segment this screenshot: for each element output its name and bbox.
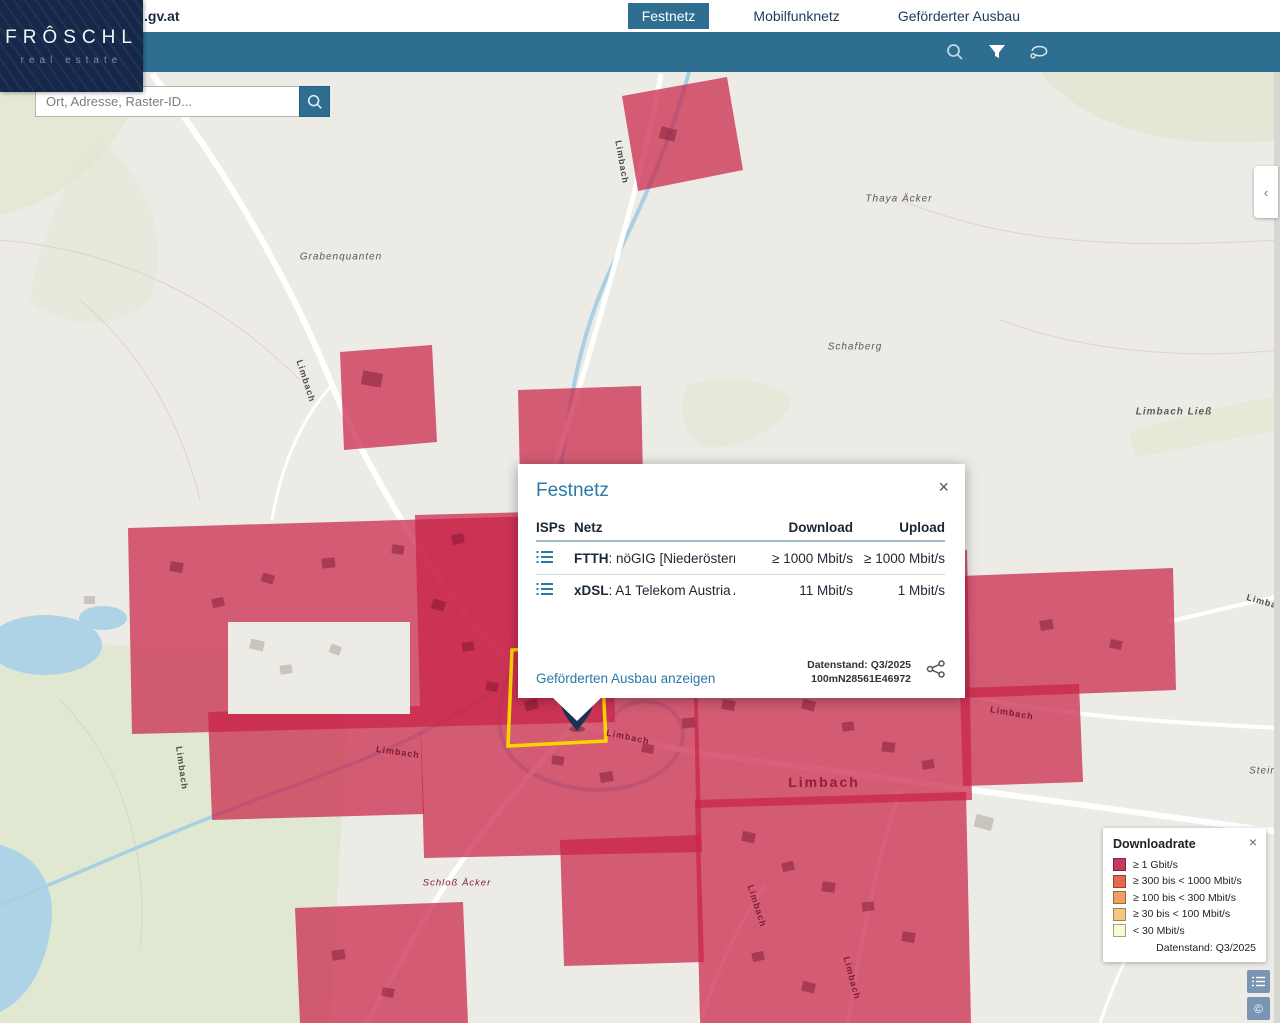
legend-swatch (1113, 875, 1126, 888)
logo-subtitle: real estate (21, 55, 123, 66)
popup-datenstand-text: Datenstand: Q3/2025 (807, 658, 911, 672)
tech-ftth: FTTH (574, 551, 609, 566)
logo-title: FRÔSCHL (5, 27, 138, 49)
isp-row-xdsl: xDSL: A1 Telekom Austria AG 11 Mbit/s 1 … (536, 574, 945, 606)
popup-datenstand: Datenstand: Q3/2025 100mN28561E46972 (807, 658, 911, 686)
col-download: Download (735, 520, 853, 535)
legend-swatch (1113, 858, 1126, 871)
isp-table-header: ISPs Netz Download Upload (536, 514, 945, 542)
legend-item: ≥ 100 bis < 300 Mbit/s (1113, 891, 1256, 904)
provider-xdsl: : A1 Telekom Austria AG (609, 583, 735, 598)
filter-icon[interactable] (986, 41, 1008, 63)
app-window: Grabenquanten Thaya Äcker Schafberg Limb… (0, 0, 1280, 1023)
legend-title: Downloadrate (1113, 837, 1256, 851)
legend-close-icon[interactable]: × (1249, 835, 1257, 849)
col-netz: Netz (574, 520, 735, 535)
legend-item: ≥ 30 bis < 100 Mbit/s (1113, 908, 1256, 921)
legend-item: < 30 Mbit/s (1113, 924, 1256, 937)
logo-froeschl: FRÔSCHL real estate (0, 0, 143, 92)
map-corner-buttons: © (1247, 970, 1270, 1020)
legend-label: ≥ 1 Gbit/s (1133, 859, 1178, 871)
legend-items: ≥ 1 Gbit/s ≥ 300 bis < 1000 Mbit/s ≥ 100… (1113, 858, 1256, 937)
attribution-button[interactable]: © (1247, 997, 1270, 1020)
popup-title: Festnetz (536, 480, 945, 502)
isp-list-icon[interactable] (536, 550, 574, 567)
chevron-left-icon: ‹ (1264, 185, 1268, 200)
festnetz-popup: Festnetz × ISPs Netz Download Upload FTT… (518, 464, 965, 698)
upload-ftth: ≥ 1000 Mbit/s (853, 551, 945, 566)
legend-datenstand: Datenstand: Q3/2025 (1113, 942, 1256, 954)
popup-raster-id: 100mN28561E46972 (807, 672, 911, 686)
tab-festnetz[interactable]: Festnetz (628, 3, 710, 29)
legend-swatch (1113, 891, 1126, 904)
netz-ftth: FTTH: nöGIG [Niederösterreichis… (574, 551, 735, 566)
legend-label: < 30 Mbit/s (1133, 925, 1185, 937)
tech-xdsl: xDSL (574, 583, 609, 598)
provider-ftth: : nöGIG [Niederösterreichis… (609, 551, 736, 566)
copyright-icon: © (1254, 1002, 1263, 1016)
legend-label: ≥ 30 bis < 100 Mbit/s (1133, 908, 1230, 920)
legend-item: ≥ 1 Gbit/s (1113, 858, 1256, 871)
upload-xdsl: 1 Mbit/s (853, 583, 945, 598)
legend-item: ≥ 300 bis < 1000 Mbit/s (1113, 875, 1256, 888)
legend-panel: Downloadrate × ≥ 1 Gbit/s ≥ 300 bis < 10… (1103, 828, 1266, 962)
top-bar: .gv.at Festnetz Mobilfunknetz Geförderte… (0, 0, 1280, 32)
legend-toggle-button[interactable] (1247, 970, 1270, 993)
show-funded-expansion-link[interactable]: Geförderten Ausbau anzeigen (536, 671, 715, 686)
col-isps: ISPs (536, 520, 574, 535)
isp-row-ftth: FTTH: nöGIG [Niederösterreichis… ≥ 1000 … (536, 542, 945, 574)
netz-xdsl: xDSL: A1 Telekom Austria AG (574, 583, 735, 598)
isp-list-icon[interactable] (536, 582, 574, 599)
map-toolbar (0, 32, 1280, 72)
download-ftth: ≥ 1000 Mbit/s (735, 551, 853, 566)
site-url: .gv.at (144, 8, 180, 24)
legend-label: ≥ 100 bis < 300 Mbit/s (1133, 892, 1236, 904)
legend-swatch (1113, 908, 1126, 921)
share-icon[interactable] (925, 660, 947, 683)
col-upload: Upload (853, 520, 945, 535)
legend-label: ≥ 300 bis < 1000 Mbit/s (1133, 875, 1242, 887)
panel-expand-handle[interactable]: ‹ (1254, 166, 1278, 218)
search-button[interactable] (299, 86, 330, 117)
download-xdsl: 11 Mbit/s (735, 583, 853, 598)
tab-mobilfunknetz[interactable]: Mobilfunknetz (739, 3, 853, 29)
popup-footer: Geförderten Ausbau anzeigen Datenstand: … (536, 658, 947, 686)
lasso-icon[interactable] (1028, 41, 1050, 63)
isp-table: ISPs Netz Download Upload FTTH: nöGIG [N… (536, 514, 945, 606)
main-tabs: Festnetz Mobilfunknetz Geförderter Ausba… (628, 2, 1034, 30)
search-icon[interactable] (944, 41, 966, 63)
close-icon[interactable]: × (938, 478, 949, 496)
legend-swatch (1113, 924, 1126, 937)
tab-gefoerderter-ausbau[interactable]: Geförderter Ausbau (884, 3, 1034, 29)
